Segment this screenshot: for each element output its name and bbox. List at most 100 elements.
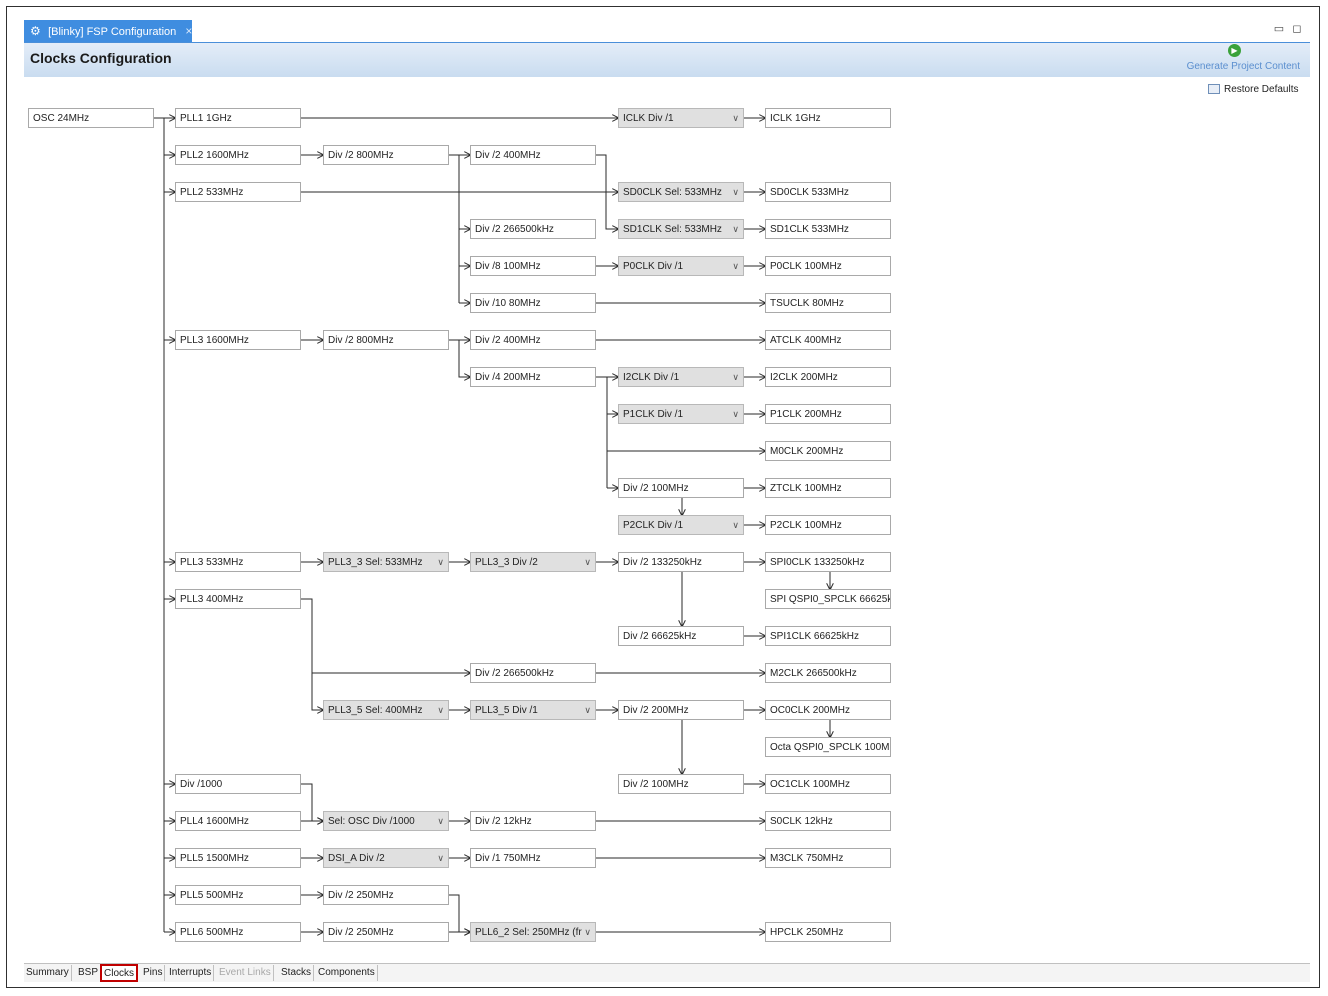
clock-node-label: PLL4 1600MHz xyxy=(180,816,249,827)
clock-select-p1div[interactable]: P1CLK Div /1 ∨ xyxy=(618,404,744,424)
clock-select-p2div[interactable]: P2CLK Div /1 ∨ xyxy=(618,515,744,535)
clock-node-p2clk: P2CLK 100MHz xyxy=(765,515,891,535)
clock-select-pll6_2sel[interactable]: PLL6_2 Sel: 250MHz (fr ∨ xyxy=(470,922,596,942)
clock-select-sd0sel[interactable]: SD0CLK Sel: 533MHz ∨ xyxy=(618,182,744,202)
clock-select-sd1sel[interactable]: SD1CLK Sel: 533MHz ∨ xyxy=(618,219,744,239)
clock-node-label: P0CLK Div /1 xyxy=(623,261,684,272)
clock-node-label: PLL6 500MHz xyxy=(180,927,244,938)
chevron-down-icon: ∨ xyxy=(584,705,591,715)
clock-node-ztclk: ZTCLK 100MHz xyxy=(765,478,891,498)
clock-node-label: SD0CLK Sel: 533MHz xyxy=(623,187,722,198)
clock-node-div2_100a: Div /2 100MHz xyxy=(618,478,744,498)
clock-node-label: Div /2 100MHz xyxy=(623,779,689,790)
clock-node-pll3_400: PLL3 400MHz xyxy=(175,589,301,609)
clock-node-pll4: PLL4 1600MHz xyxy=(175,811,301,831)
clock-node-label: Div /8 100MHz xyxy=(475,261,541,272)
clock-node-div2_250b: Div /2 250MHz xyxy=(323,922,449,942)
clock-select-pll3_5div[interactable]: PLL3_5 Div /1 ∨ xyxy=(470,700,596,720)
connector-line xyxy=(154,117,165,932)
clock-node-label: I2CLK 200MHz xyxy=(770,372,838,383)
clock-node-label: HPCLK 250MHz xyxy=(770,927,844,938)
clock-node-label: PLL3 533MHz xyxy=(180,557,244,568)
clock-node-div2_400b: Div /2 400MHz xyxy=(470,330,596,350)
clock-node-div2_800b: Div /2 800MHz xyxy=(323,330,449,350)
clock-node-label: ZTCLK 100MHz xyxy=(770,483,842,494)
tab-stacks[interactable]: Stacks xyxy=(279,965,315,981)
tab-components[interactable]: Components xyxy=(316,965,378,981)
clock-node-pll5_500: PLL5 500MHz xyxy=(175,885,301,905)
clock-node-label: Div /2 250MHz xyxy=(328,927,394,938)
clock-node-hpclk: HPCLK 250MHz xyxy=(765,922,891,942)
connector-line xyxy=(596,376,608,488)
clock-node-label: PLL3 400MHz xyxy=(180,594,244,605)
clock-node-pll2_1600: PLL2 1600MHz xyxy=(175,145,301,165)
chevron-down-icon: ∨ xyxy=(584,927,591,937)
clock-node-p0clk: P0CLK 100MHz xyxy=(765,256,891,276)
clock-node-div4_200: Div /4 200MHz xyxy=(470,367,596,387)
connector-line xyxy=(449,154,460,303)
clock-node-i2clk: I2CLK 200MHz xyxy=(765,367,891,387)
clock-node-div2_100b: Div /2 100MHz xyxy=(618,774,744,794)
clock-node-label: Sel: OSC Div /1000 xyxy=(328,816,415,827)
clock-select-pll3_3div[interactable]: PLL3_3 Div /2 ∨ xyxy=(470,552,596,572)
clock-node-sd1clk: SD1CLK 533MHz xyxy=(765,219,891,239)
clock-node-label: SD1CLK Sel: 533MHz xyxy=(623,224,722,235)
clock-select-iclkdiv[interactable]: ICLK Div /1 ∨ xyxy=(618,108,744,128)
clock-node-pll6: PLL6 500MHz xyxy=(175,922,301,942)
clock-node-label: OSC 24MHz xyxy=(33,113,90,124)
tab-clocks[interactable]: Clocks xyxy=(100,964,139,982)
chevron-down-icon: ∨ xyxy=(732,224,739,234)
clock-node-label: S0CLK 12kHz xyxy=(770,816,833,827)
clock-node-label: PLL6_2 Sel: 250MHz (fr xyxy=(475,927,582,938)
tab-event-links: Event Links xyxy=(217,965,274,981)
clock-node-label: ICLK Div /1 xyxy=(623,113,674,124)
tab-interrupts[interactable]: Interrupts xyxy=(167,965,215,981)
clock-node-label: P1CLK Div /1 xyxy=(623,409,684,420)
clock-select-i2div[interactable]: I2CLK Div /1 ∨ xyxy=(618,367,744,387)
tab-summary[interactable]: Summary xyxy=(24,965,72,981)
clock-node-iclk: ICLK 1GHz xyxy=(765,108,891,128)
clock-node-div2_400a: Div /2 400MHz xyxy=(470,145,596,165)
connector-line xyxy=(449,339,470,377)
clock-node-div2_250a: Div /2 250MHz xyxy=(323,885,449,905)
connector-line xyxy=(301,598,323,710)
clock-node-label: PLL2 1600MHz xyxy=(180,150,249,161)
chevron-down-icon: ∨ xyxy=(437,853,444,863)
clock-node-div1000: Div /1000 xyxy=(175,774,301,794)
clock-select-pll3_5sel[interactable]: PLL3_5 Sel: 400MHz ∨ xyxy=(323,700,449,720)
clock-node-pll3_1600: PLL3 1600MHz xyxy=(175,330,301,350)
clock-node-label: Div /2 12kHz xyxy=(475,816,532,827)
clock-node-label: PLL3_3 Div /2 xyxy=(475,557,538,568)
clock-node-m3clk: M3CLK 750MHz xyxy=(765,848,891,868)
chevron-down-icon: ∨ xyxy=(437,705,444,715)
clock-node-label: Div /2 200MHz xyxy=(623,705,689,716)
clock-select-dsia[interactable]: DSI_A Div /2 ∨ xyxy=(323,848,449,868)
clock-select-pll3_3sel[interactable]: PLL3_3 Sel: 533MHz ∨ xyxy=(323,552,449,572)
chevron-down-icon: ∨ xyxy=(732,261,739,271)
clock-node-label: TSUCLK 80MHz xyxy=(770,298,844,309)
clock-node-label: ICLK 1GHz xyxy=(770,113,821,124)
clock-node-label: SPI0CLK 133250kHz xyxy=(770,557,865,568)
clock-node-atclk: ATCLK 400MHz xyxy=(765,330,891,350)
clock-node-label: P2CLK 100MHz xyxy=(770,520,842,531)
clock-node-sd0clk: SD0CLK 533MHz xyxy=(765,182,891,202)
clock-node-tsuclk: TSUCLK 80MHz xyxy=(765,293,891,313)
clock-select-selosc[interactable]: Sel: OSC Div /1000 ∨ xyxy=(323,811,449,831)
clock-node-div2_266a: Div /2 266500kHz xyxy=(470,219,596,239)
clock-node-label: PLL1 1GHz xyxy=(180,113,232,124)
clock-node-label: M2CLK 266500kHz xyxy=(770,668,857,679)
clock-select-p0div[interactable]: P0CLK Div /1 ∨ xyxy=(618,256,744,276)
tab-pins[interactable]: Pins xyxy=(141,965,166,981)
clock-node-label: P1CLK 200MHz xyxy=(770,409,842,420)
clock-node-pll2_533: PLL2 533MHz xyxy=(175,182,301,202)
clock-node-label: Div /1000 xyxy=(180,779,223,790)
tab-bsp[interactable]: BSP xyxy=(76,965,102,981)
clock-node-div2_133: Div /2 133250kHz xyxy=(618,552,744,572)
clock-node-div10_80: Div /10 80MHz xyxy=(470,293,596,313)
clock-node-label: Div /2 400MHz xyxy=(475,335,541,346)
clock-node-s0clk: S0CLK 12kHz xyxy=(765,811,891,831)
clock-node-label: PLL3 1600MHz xyxy=(180,335,249,346)
clock-node-label: Div /4 200MHz xyxy=(475,372,541,383)
clock-node-oc0clk: OC0CLK 200MHz xyxy=(765,700,891,720)
clock-node-label: SD1CLK 533MHz xyxy=(770,224,849,235)
